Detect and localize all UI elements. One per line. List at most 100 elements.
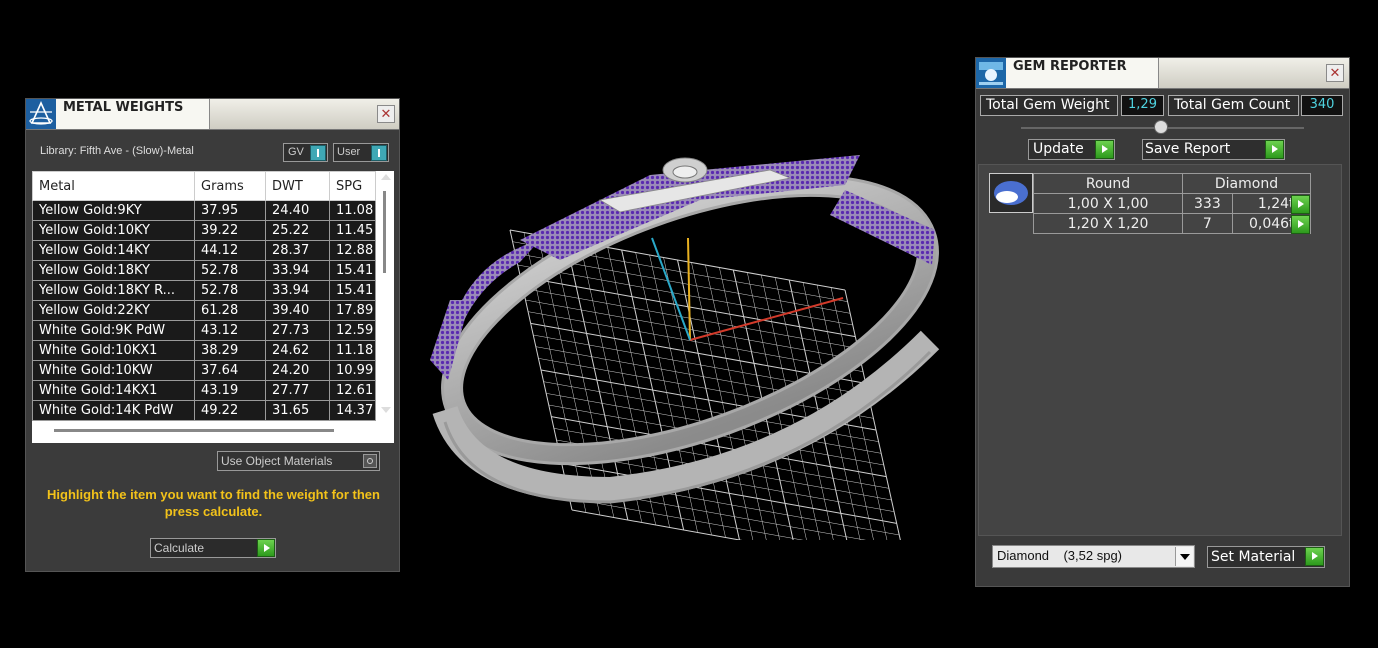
metal-dwt: 31.65 [265, 400, 330, 421]
axis-y [687, 237, 691, 341]
gem-size: 1,00 X 1,00 [1033, 193, 1183, 214]
gem-row-play-icon[interactable] [1291, 195, 1310, 214]
metal-table-row[interactable]: Yellow Gold:10KY 39.22 25.22 11.45 [32, 220, 376, 241]
use-object-materials-toggle[interactable]: Use Object Materials [217, 451, 380, 471]
metal-table-hscroll-thumb[interactable] [54, 429, 334, 432]
gem-table: Round Diamond 1,00 X 1,00 333 1,24tw 1,2… [1033, 173, 1312, 234]
col-dwt[interactable]: DWT [265, 171, 330, 201]
gem-shape-header: Round [1033, 173, 1183, 194]
metal-name: Yellow Gold:18KY R... [32, 280, 195, 301]
metal-table-row[interactable]: Yellow Gold:9KY 37.95 24.40 11.08 [32, 200, 376, 221]
metal-table-container: Metal Grams DWT SPG Yellow Gold:9KY 37.95… [32, 171, 394, 443]
user-toggle[interactable]: User [333, 143, 389, 162]
total-gem-count-label: Total Gem Count [1168, 95, 1299, 116]
metal-table-vscroll-thumb[interactable] [383, 191, 386, 273]
col-grams[interactable]: Grams [194, 171, 266, 201]
metal-grams: 37.95 [194, 200, 266, 221]
gv-toggle[interactable]: GV [283, 143, 328, 162]
metal-table-row[interactable]: White Gold:9K PdW 43.12 27.73 12.59 [32, 320, 376, 341]
metal-dwt: 25.22 [265, 220, 330, 241]
metal-table: Metal Grams DWT SPG Yellow Gold:9KY 37.95… [32, 171, 376, 421]
close-icon[interactable]: ✕ [377, 105, 395, 123]
material-select-value: Diamond (3,52 spg) [997, 548, 1123, 563]
gem-type-header: Diamond [1182, 173, 1311, 194]
3d-viewport[interactable] [410, 120, 970, 540]
gem-row[interactable]: 1,20 X 1,20 7 0,046tw [1033, 213, 1312, 234]
metal-name: Yellow Gold:9KY [32, 200, 195, 221]
material-select[interactable]: Diamond (3,52 spg) [992, 545, 1195, 568]
gem-thumbnail[interactable] [989, 173, 1033, 213]
metal-dwt: 27.77 [265, 380, 330, 401]
metal-table-row[interactable]: Yellow Gold:18KY R... 52.78 33.94 15.41 [32, 280, 376, 301]
metal-name: Yellow Gold:18KY [32, 260, 195, 281]
set-material-play-icon[interactable] [1305, 547, 1324, 566]
chevron-down-icon[interactable] [1175, 547, 1193, 566]
metal-name: White Gold:9K PdW [32, 320, 195, 341]
slider-handle[interactable] [1154, 120, 1168, 134]
gem-reporter-logo-icon [976, 58, 1006, 88]
metal-weights-titlebar: METAL WEIGHTS ✕ [26, 99, 399, 130]
update-play-icon[interactable] [1095, 140, 1114, 159]
metal-spg: 17.89 [329, 300, 376, 321]
metal-name: White Gold:10KW [32, 360, 195, 381]
col-spg[interactable]: SPG [329, 171, 376, 201]
metal-spg: 12.61 [329, 380, 376, 401]
calculate-button[interactable]: Calculate [150, 538, 276, 558]
metal-weights-logo-icon [26, 99, 56, 129]
round-diamond-icon [994, 181, 1028, 205]
gv-label: GV [288, 146, 304, 158]
scroll-up-arrow-icon[interactable] [381, 174, 391, 180]
metal-table-row[interactable]: White Gold:14KX1 43.19 27.77 12.61 [32, 380, 376, 401]
metal-name: Yellow Gold:14KY [32, 240, 195, 261]
gem-report-area: Round Diamond 1,00 X 1,00 333 1,24tw 1,2… [978, 164, 1342, 536]
library-label: Library: Fifth Ave - (Slow)-Metal [40, 145, 194, 157]
radio-icon[interactable] [363, 454, 377, 468]
metal-grams: 37.64 [194, 360, 266, 381]
metal-dwt: 39.40 [265, 300, 330, 321]
gem-size: 1,20 X 1,20 [1033, 213, 1183, 234]
total-gem-weight-label: Total Gem Weight [980, 95, 1118, 116]
metal-table-row[interactable]: Yellow Gold:22KY 61.28 39.40 17.89 [32, 300, 376, 321]
metal-spg: 14.37 [329, 400, 376, 421]
gem-count: 7 [1182, 213, 1233, 234]
metal-table-row[interactable]: Yellow Gold:18KY 52.78 33.94 15.41 [32, 260, 376, 281]
metal-table-header: Metal Grams DWT SPG [32, 171, 376, 201]
set-material-button[interactable]: Set Material [1207, 546, 1325, 568]
metal-spg: 15.41 [329, 280, 376, 301]
metal-table-row[interactable]: Yellow Gold:14KY 44.12 28.37 12.88 [32, 240, 376, 261]
metal-dwt: 27.73 [265, 320, 330, 341]
metal-table-row[interactable]: White Gold:10KX1 38.29 24.62 11.18 [32, 340, 376, 361]
metal-grams: 38.29 [194, 340, 266, 361]
col-metal[interactable]: Metal [32, 171, 195, 201]
save-report-play-icon[interactable] [1265, 140, 1284, 159]
metal-grams: 43.19 [194, 380, 266, 401]
metal-weights-title: METAL WEIGHTS [56, 99, 210, 129]
metal-table-hscroll[interactable] [32, 421, 394, 443]
update-button[interactable]: Update [1028, 139, 1115, 160]
metal-dwt: 33.94 [265, 260, 330, 281]
save-report-label: Save Report [1145, 141, 1231, 157]
metal-grams: 52.78 [194, 280, 266, 301]
metal-table-row[interactable]: White Gold:10KW 37.64 24.20 10.99 [32, 360, 376, 381]
metal-table-vscroll[interactable] [377, 171, 394, 419]
gv-toggle-icon[interactable] [310, 145, 326, 161]
save-report-button[interactable]: Save Report [1142, 139, 1285, 160]
gem-row[interactable]: 1,00 X 1,00 333 1,24tw [1033, 193, 1312, 214]
metal-name: Yellow Gold:10KY [32, 220, 195, 241]
metal-table-row[interactable]: White Gold:14K PdW 49.22 31.65 14.37 [32, 400, 376, 421]
calculate-play-icon[interactable] [257, 539, 275, 557]
metal-spg: 11.45 [329, 220, 376, 241]
close-icon[interactable]: ✕ [1326, 64, 1344, 82]
metal-dwt: 28.37 [265, 240, 330, 261]
metal-grams: 61.28 [194, 300, 266, 321]
metal-spg: 12.88 [329, 240, 376, 261]
gem-reporter-panel: GEM REPORTER ✕ Total Gem Weight 1,29 Tot… [975, 57, 1350, 587]
user-toggle-icon[interactable] [371, 145, 387, 161]
metal-weights-panel: METAL WEIGHTS ✕ Library: Fifth Ave - (Sl… [25, 98, 400, 572]
scroll-down-arrow-icon[interactable] [381, 407, 391, 413]
metal-spg: 15.41 [329, 260, 376, 281]
metal-spg: 10.99 [329, 360, 376, 381]
gem-row-play-icon[interactable] [1291, 215, 1310, 234]
metal-grams: 44.12 [194, 240, 266, 261]
slider[interactable] [1021, 120, 1304, 134]
